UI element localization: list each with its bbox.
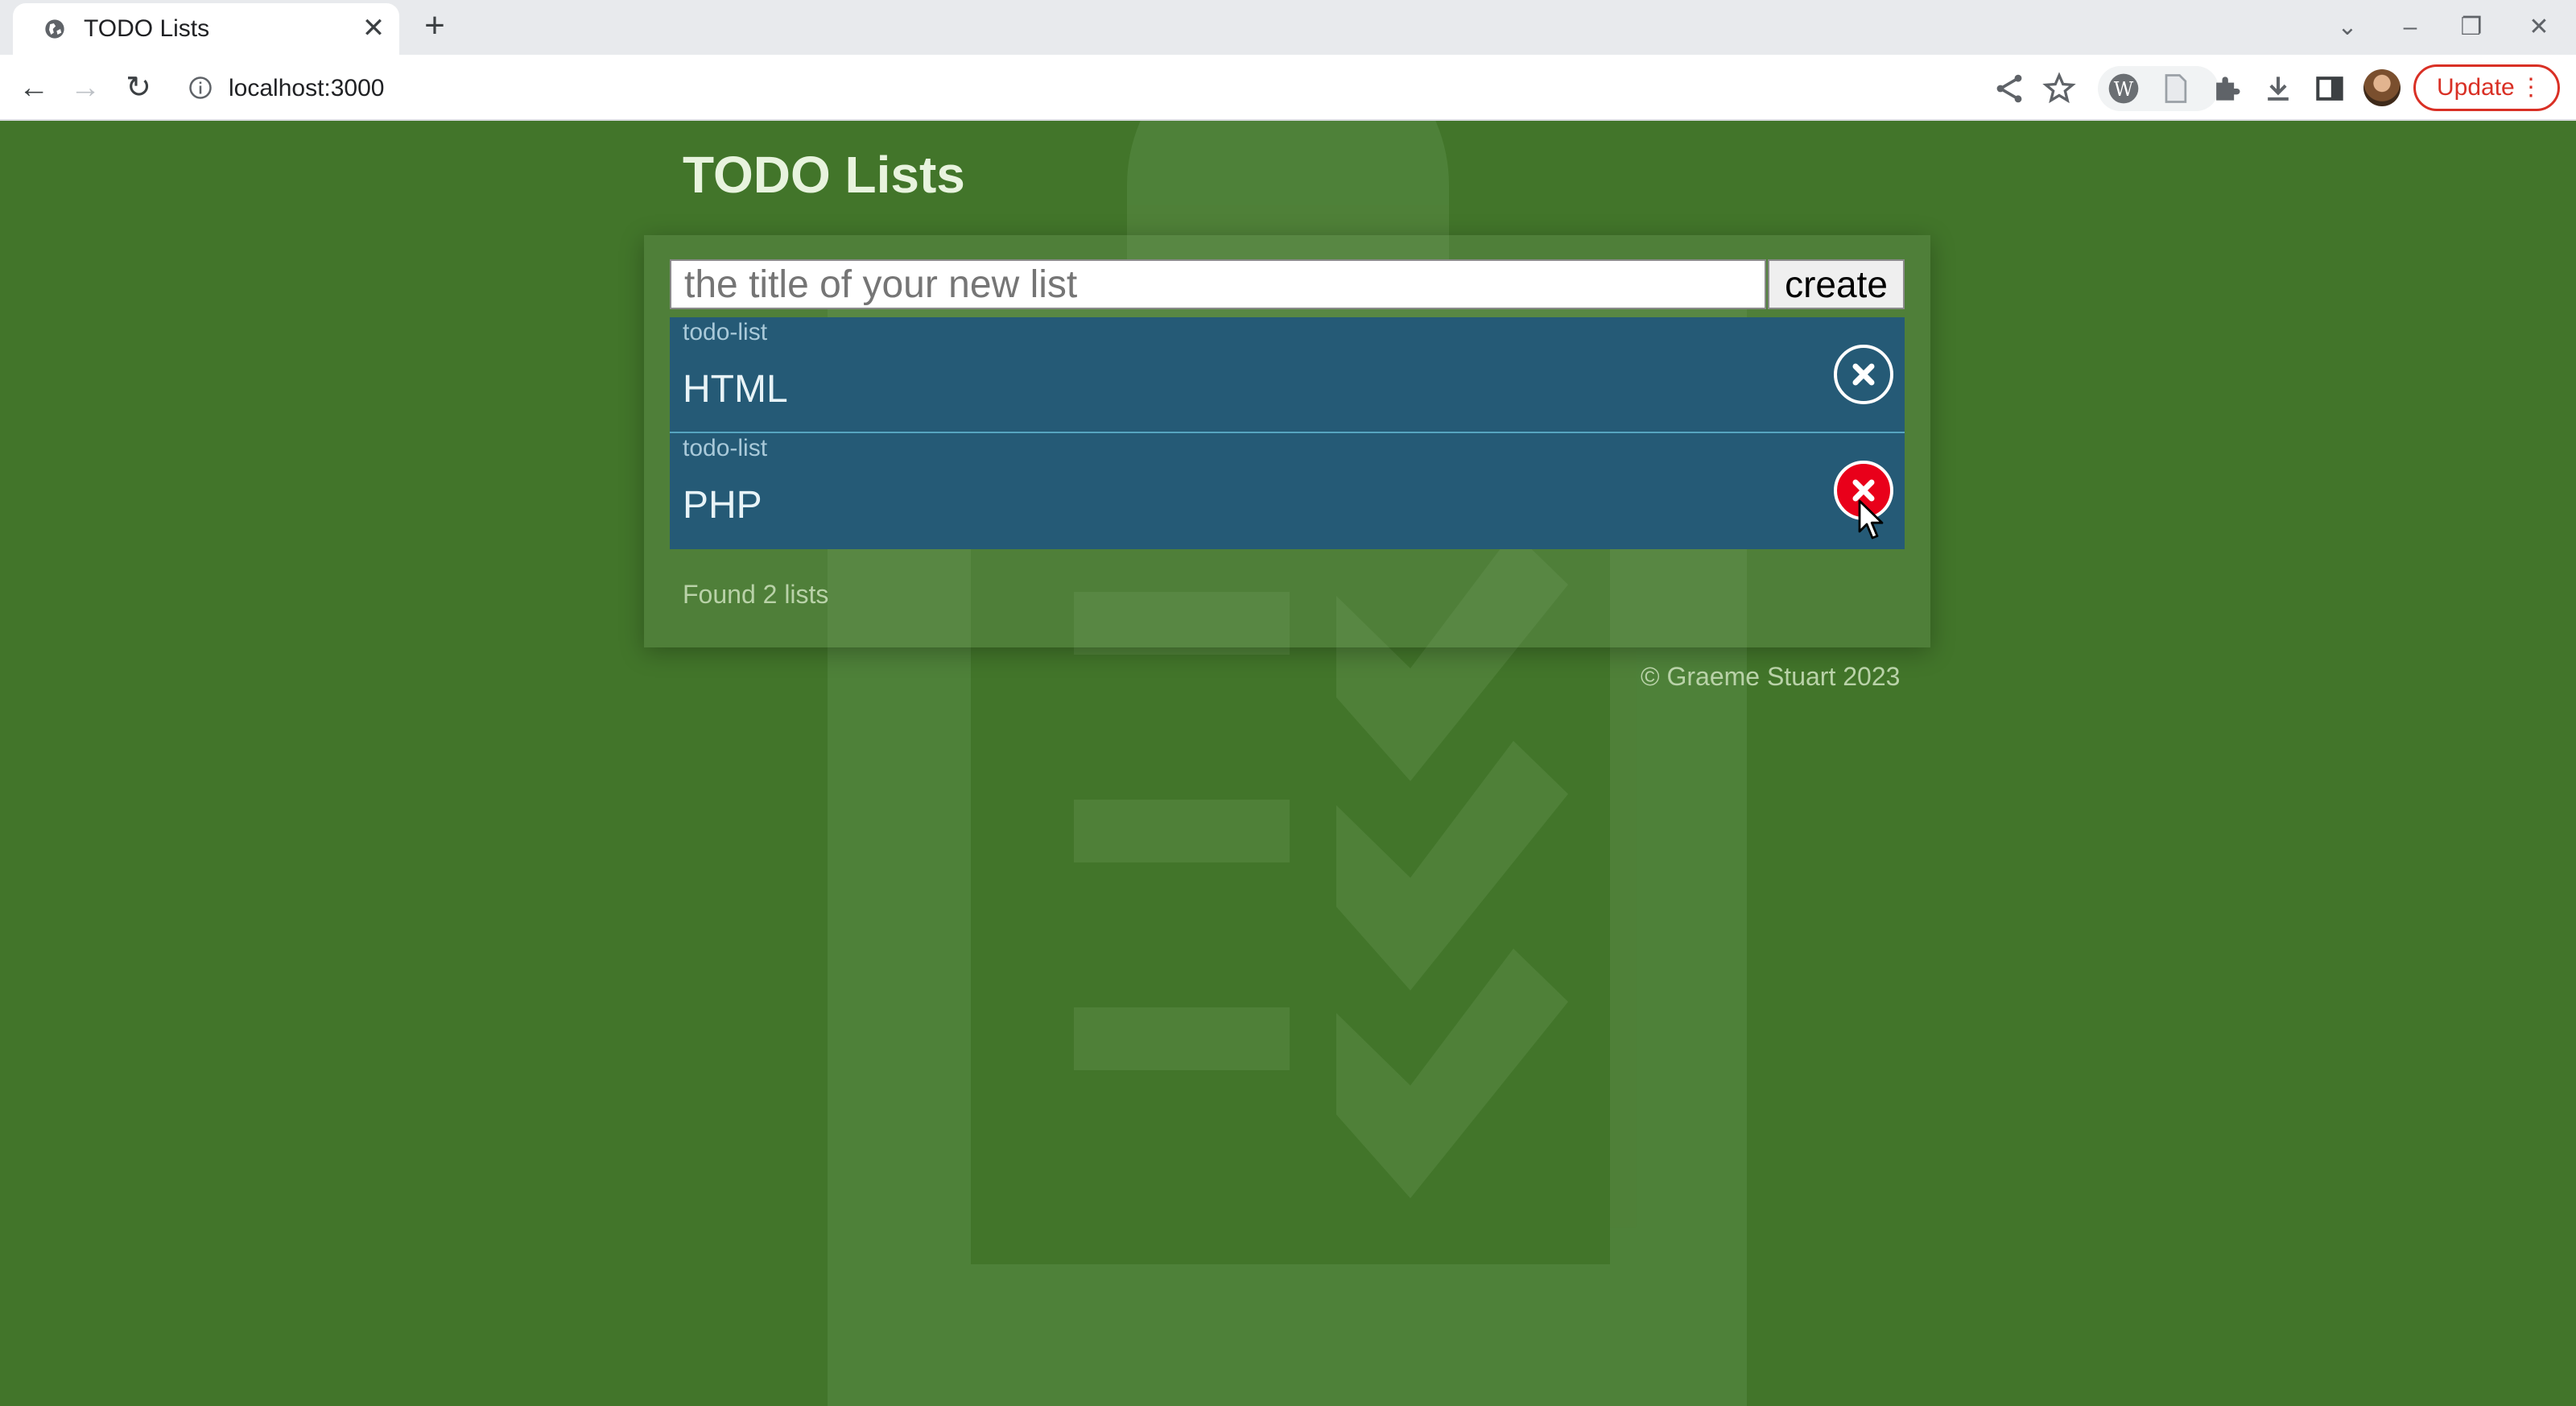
tab-strip: TODO Lists ✕ + ⌄ – ❐ ✕ <box>0 0 2576 55</box>
tab-title: TODO Lists <box>84 15 210 42</box>
tab-close-icon[interactable]: ✕ <box>359 14 388 43</box>
update-label: Update <box>2437 74 2515 101</box>
tab-search-chevron-icon[interactable]: ⌄ <box>2331 11 2363 43</box>
page-viewport: TODO Lists create todo-list HTML todo-li… <box>0 121 2576 1406</box>
mouse-cursor-icon <box>1858 499 1884 540</box>
lists-panel: create todo-list HTML todo-list PHP <box>644 235 1930 647</box>
puzzle-extensions-icon[interactable] <box>2209 71 2244 106</box>
list-item-kind: todo-list <box>683 435 768 461</box>
create-button[interactable]: create <box>1768 259 1905 309</box>
close-icon <box>1852 363 1875 386</box>
globe-icon <box>45 19 64 39</box>
delete-list-button[interactable] <box>1834 345 1893 404</box>
footer-copyright: © Graeme Stuart 2023 <box>1641 662 1901 691</box>
star-icon[interactable] <box>2041 71 2077 106</box>
update-button[interactable]: Update ⋮ <box>2413 64 2560 111</box>
share-icon[interactable] <box>1992 71 2027 106</box>
back-icon[interactable]: ← <box>16 70 52 105</box>
document-extension-icon[interactable] <box>2157 71 2193 106</box>
list-item-kind: todo-list <box>683 319 768 345</box>
browser-tab[interactable]: TODO Lists ✕ <box>13 3 399 55</box>
list-item[interactable]: todo-list HTML <box>670 317 1905 433</box>
address-bar[interactable]: localhost:3000 <box>179 64 1990 111</box>
list-item-title[interactable]: HTML <box>683 367 788 411</box>
minimize-icon[interactable]: – <box>2394 11 2426 43</box>
side-panel-icon[interactable] <box>2312 71 2347 106</box>
profile-avatar[interactable] <box>2363 69 2401 106</box>
reload-icon[interactable]: ↻ <box>121 70 156 105</box>
list-item[interactable]: todo-list PHP <box>670 433 1905 549</box>
forward-icon[interactable]: → <box>68 70 103 105</box>
page-title: TODO Lists <box>683 146 965 204</box>
list-item-title[interactable]: PHP <box>683 483 762 527</box>
new-tab-button[interactable]: + <box>419 8 451 43</box>
info-icon[interactable] <box>188 76 213 100</box>
restore-icon[interactable]: ❐ <box>2455 11 2487 43</box>
list-count-status: Found 2 lists <box>683 580 829 609</box>
wordpress-extension-icon[interactable]: W <box>2106 71 2141 106</box>
url-text: localhost:3000 <box>229 75 385 101</box>
todo-lists: todo-list HTML todo-list PHP <box>670 317 1905 549</box>
download-icon[interactable] <box>2260 71 2296 106</box>
svg-text:W: W <box>2114 78 2134 101</box>
menu-dots-icon[interactable]: ⋮ <box>2519 67 2543 109</box>
window-close-icon[interactable]: ✕ <box>2523 11 2555 43</box>
new-list-title-input[interactable] <box>670 259 1766 309</box>
